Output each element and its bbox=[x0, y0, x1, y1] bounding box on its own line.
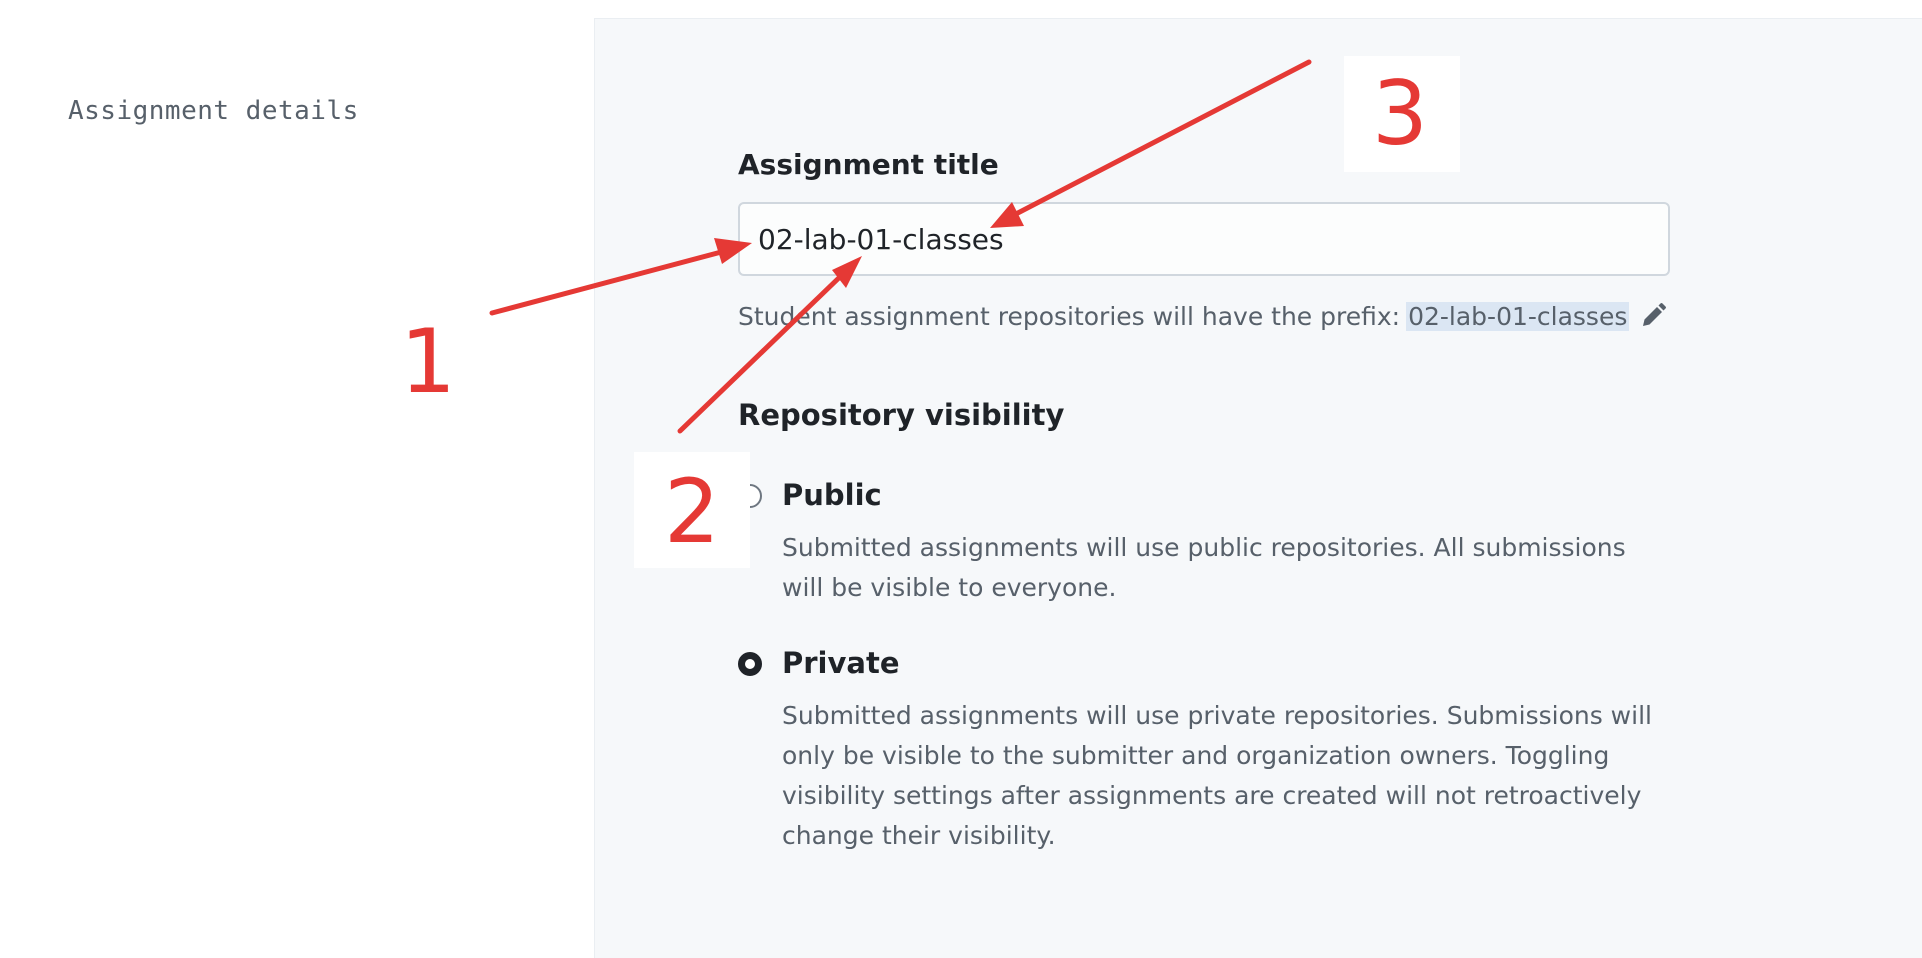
page: Assignment details Assignment title Stud… bbox=[0, 0, 1922, 958]
section-label: Assignment details bbox=[68, 96, 359, 126]
pencil-icon[interactable] bbox=[1637, 300, 1669, 332]
annotation-number-1: 1 bbox=[400, 310, 456, 413]
assignment-title-label: Assignment title bbox=[738, 148, 999, 181]
public-option-label[interactable]: Public bbox=[782, 478, 882, 512]
prefix-hint-text: Student assignment repositories will hav… bbox=[738, 301, 1401, 331]
public-option-description: Submitted assignments will use public re… bbox=[782, 533, 1626, 602]
private-option-label[interactable]: Private bbox=[782, 646, 900, 680]
annotation-number-2: 2 bbox=[664, 460, 720, 563]
assignment-title-input[interactable] bbox=[738, 202, 1670, 276]
prefix-hint: Student assignment repositories will hav… bbox=[738, 300, 1669, 332]
private-radio[interactable] bbox=[738, 652, 762, 676]
prefix-value: 02-lab-01-classes bbox=[1406, 301, 1630, 331]
repository-visibility-heading: Repository visibility bbox=[738, 398, 1065, 432]
private-option-description: Submitted assignments will use private r… bbox=[782, 701, 1652, 850]
annotation-number-3: 3 bbox=[1372, 62, 1428, 165]
